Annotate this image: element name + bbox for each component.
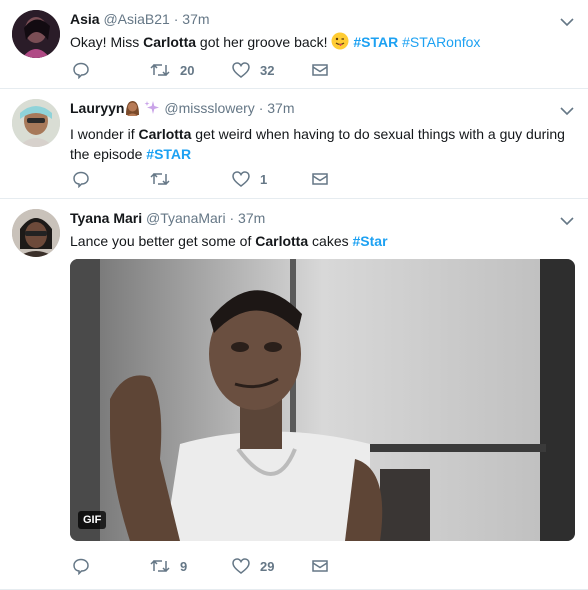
winking-tongue-emoji-icon [331, 32, 349, 55]
like-count: 29 [260, 558, 275, 574]
like-count: 32 [260, 62, 275, 78]
like-button[interactable]: 1 [232, 169, 267, 189]
message-button[interactable] [312, 169, 328, 189]
like-button[interactable]: 29 [232, 556, 274, 576]
sparkles-icon [144, 100, 160, 120]
retweet-icon [150, 171, 170, 187]
hashtag-link[interactable]: #STAR [353, 34, 398, 50]
gif-badge: GIF [78, 511, 107, 529]
retweet-icon [150, 558, 170, 574]
text-segment: got her groove back! [196, 34, 332, 50]
retweet-icon [150, 62, 170, 78]
timestamp[interactable]: 37m [267, 100, 294, 116]
separator-dot: · [258, 100, 264, 116]
like-count: 1 [260, 171, 268, 187]
chevron-down-icon[interactable] [560, 14, 574, 27]
author-handle[interactable]: @TyanaMari [146, 210, 226, 226]
text-segment: Lance you better get some of [70, 233, 256, 249]
reply-button[interactable] [72, 60, 90, 80]
highlight-term: Carlotta [143, 34, 197, 50]
author-name[interactable]: Lauryyn [70, 100, 124, 116]
tweet-text: Lance you better get some of Carlotta ca… [70, 231, 574, 251]
message-icon [312, 172, 328, 186]
like-icon [232, 62, 250, 78]
retweet-button[interactable]: 9 [150, 556, 187, 576]
tweet-lauryyn[interactable]: Lauryyn @missslowery · 37m I wonder if C… [0, 89, 588, 199]
hashtag-link[interactable]: #STAR [146, 146, 191, 162]
reply-button[interactable] [72, 556, 90, 576]
tweet-text: Okay! Miss Carlotta got her groove back!… [70, 32, 574, 55]
author-handle[interactable]: @missslowery [164, 100, 254, 116]
message-button[interactable] [312, 556, 328, 576]
timestamp[interactable]: 37m [238, 210, 265, 226]
message-icon [312, 559, 328, 573]
chevron-down-icon[interactable] [560, 213, 574, 226]
highlight-term: Carlotta [138, 126, 192, 142]
separator-dot: · [173, 11, 179, 27]
chevron-down-icon[interactable] [560, 103, 574, 116]
woman-emoji-icon [124, 99, 141, 120]
text-segment: I wonder if [70, 126, 139, 142]
avatar[interactable] [12, 209, 60, 257]
highlight-term: Carlotta [255, 233, 309, 249]
avatar[interactable] [12, 99, 60, 147]
hashtag-link[interactable]: #STARonfox [402, 34, 480, 50]
author-handle[interactable]: @AsiaB21 [103, 11, 169, 27]
gif-media[interactable]: GIF [70, 259, 575, 541]
author-name[interactable]: Asia [70, 11, 100, 27]
message-icon [312, 63, 328, 77]
message-button[interactable] [312, 60, 328, 80]
reply-icon [72, 170, 90, 188]
reply-icon [72, 61, 90, 79]
retweet-count: 20 [180, 62, 195, 78]
author-name[interactable]: Tyana Mari [70, 210, 142, 226]
tweet-text: I wonder if Carlotta get weird when havi… [70, 124, 574, 164]
like-icon [232, 558, 250, 574]
text-segment: Okay! Miss [70, 34, 144, 50]
gif-frame-image [70, 259, 575, 541]
like-icon [232, 171, 250, 187]
hashtag-link[interactable]: #Star [353, 233, 388, 249]
retweet-button[interactable]: 20 [150, 60, 194, 80]
separator-dot: · [229, 210, 235, 226]
text-segment: cakes [308, 233, 353, 249]
avatar[interactable] [12, 10, 60, 58]
retweet-count: 9 [180, 558, 188, 574]
like-button[interactable]: 32 [232, 60, 274, 80]
tweet-tyana[interactable]: Tyana Mari @TyanaMari · 37m Lance you be… [0, 199, 588, 590]
timestamp[interactable]: 37m [182, 11, 209, 27]
retweet-button[interactable] [150, 169, 170, 189]
reply-icon [72, 557, 90, 575]
tweet-asia[interactable]: Asia @AsiaB21 · 37m Okay! Miss Carlotta … [0, 0, 588, 89]
reply-button[interactable] [72, 169, 90, 189]
